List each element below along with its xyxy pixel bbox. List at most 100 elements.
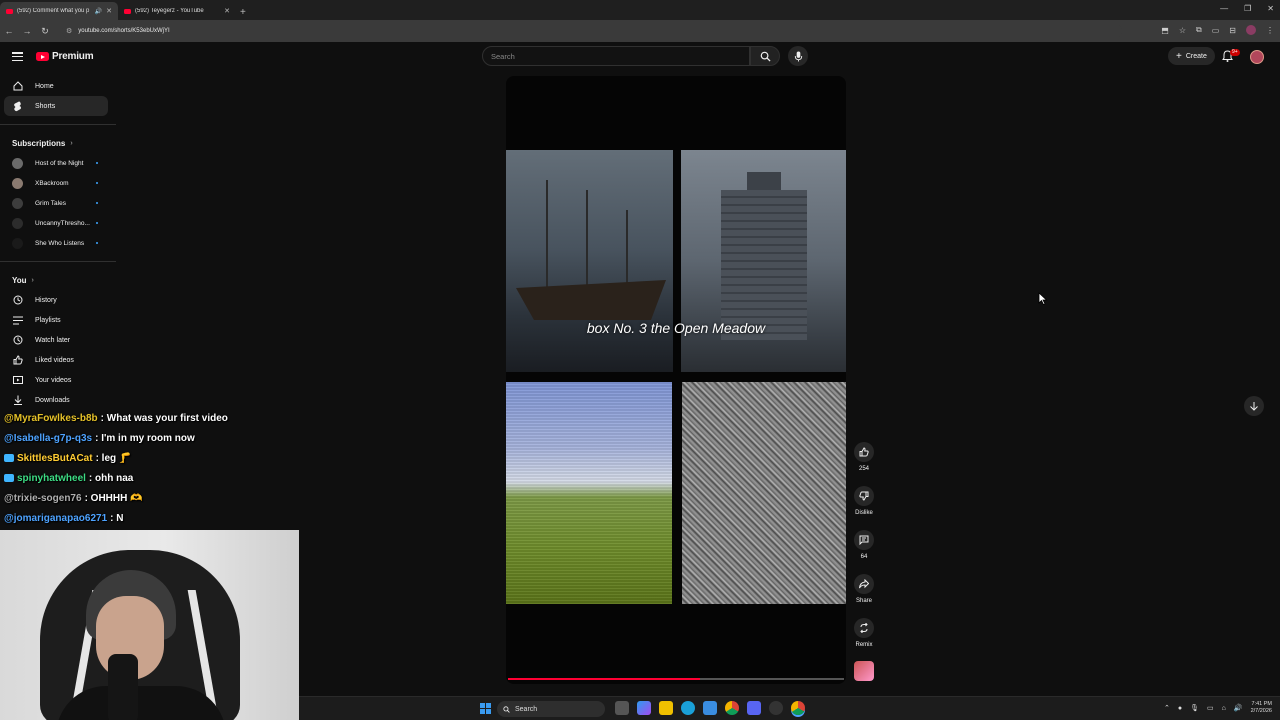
- site-info-icon[interactable]: ⚙: [66, 27, 72, 35]
- clock[interactable]: 7:41 PM 2/7/2026: [1251, 701, 1272, 715]
- shorts-actions: 254 Dislike 64 Share Remix: [850, 442, 878, 662]
- remix-button[interactable]: Remix: [850, 618, 878, 662]
- ship-mast: [626, 210, 628, 290]
- like-count: 254: [858, 466, 869, 472]
- sidebar-item-liked-videos[interactable]: Liked videos: [0, 350, 116, 370]
- sidebar-divider: [0, 124, 116, 125]
- playlists-icon: [12, 316, 23, 325]
- subscription-item[interactable]: Host of the Night: [0, 153, 116, 173]
- new-content-dot: [96, 222, 98, 224]
- youtube-logo[interactable]: Premium: [36, 51, 94, 62]
- dislike-button[interactable]: Dislike: [850, 486, 878, 530]
- browser-menu-icon[interactable]: ⋮: [1266, 26, 1274, 35]
- sidebar-item-history[interactable]: History: [0, 290, 116, 310]
- microphone-icon: [794, 50, 802, 62]
- create-button[interactable]: + Create: [1168, 47, 1215, 65]
- sound-avatar[interactable]: [854, 661, 874, 681]
- plus-icon: +: [1176, 50, 1182, 62]
- microphone: [108, 654, 138, 720]
- next-short-button[interactable]: [1244, 396, 1264, 416]
- search-button[interactable]: [750, 46, 780, 66]
- minimize-button[interactable]: —: [1220, 4, 1228, 13]
- chrome-active-icon[interactable]: [791, 701, 805, 715]
- bookmark-star-icon[interactable]: ☆: [1179, 26, 1186, 35]
- close-tab-icon[interactable]: ✕: [224, 7, 230, 15]
- obs-icon[interactable]: [769, 701, 783, 715]
- chat-message: @jomariganapao6271 : N: [4, 508, 304, 528]
- chat-message: @MyraFowlkes-b8b : What was your first v…: [4, 408, 304, 428]
- monitor-tray-icon[interactable]: ▭: [1207, 704, 1214, 712]
- comment-icon: [854, 530, 874, 550]
- hotel-top: [747, 172, 781, 192]
- sidebar-item-playlists[interactable]: Playlists: [0, 310, 116, 330]
- hotel-building: [721, 190, 807, 340]
- ship-mast: [546, 180, 548, 290]
- sidebar-item-label: Home: [35, 82, 54, 90]
- back-button[interactable]: ←: [0, 26, 18, 36]
- you-heading[interactable]: You ›: [0, 270, 116, 290]
- subscription-item[interactable]: XBackroom: [0, 173, 116, 193]
- chrome-icon[interactable]: [725, 701, 739, 715]
- subscription-item[interactable]: She Who Listens: [0, 233, 116, 253]
- channel-avatar: [12, 217, 23, 229]
- restore-button[interactable]: ❐: [1244, 4, 1251, 13]
- share-button[interactable]: Share: [850, 574, 878, 618]
- address-bar: ← → ↻ ⚙ youtube.com/shorts/K53ebUxWjYI ⬒…: [0, 20, 1280, 42]
- forward-button[interactable]: →: [18, 26, 36, 36]
- sidebar-toggle-icon[interactable]: ▭: [1212, 26, 1220, 35]
- file-explorer-icon[interactable]: [659, 701, 673, 715]
- sidebar-item-label: Liked videos: [35, 356, 74, 364]
- url-field[interactable]: ⚙ youtube.com/shorts/K53ebUxWjYI: [62, 23, 1122, 39]
- new-content-dot: [96, 182, 98, 184]
- shorts-player[interactable]: box No. 3 the Open Meadow: [506, 76, 846, 684]
- subscription-item[interactable]: UncannyThresho...: [0, 213, 116, 233]
- subscriptions-heading[interactable]: Subscriptions ›: [0, 133, 116, 153]
- new-tab-button[interactable]: +: [240, 7, 246, 20]
- youtube-header: Premium Search + Create 9+: [0, 42, 1280, 72]
- copilot-icon[interactable]: [637, 701, 651, 715]
- network-icon[interactable]: ⌂: [1222, 705, 1226, 712]
- mic-tray-icon[interactable]: 🎙: [1190, 704, 1199, 712]
- like-button[interactable]: 254: [850, 442, 878, 486]
- chat-text: : What was your first video: [100, 412, 228, 424]
- tab-search-icon[interactable]: ⊟: [1229, 26, 1236, 35]
- browser-profile-avatar[interactable]: [1246, 25, 1256, 35]
- comments-button[interactable]: 64: [850, 530, 878, 574]
- account-avatar[interactable]: [1250, 50, 1264, 64]
- extensions-icon[interactable]: ⧉: [1196, 25, 1202, 35]
- sidebar-item-shorts[interactable]: Shorts: [4, 96, 108, 116]
- store-icon[interactable]: [703, 701, 717, 715]
- discord-icon[interactable]: [747, 701, 761, 715]
- chevron-right-icon: ›: [31, 276, 34, 284]
- taskbar-search[interactable]: Search: [497, 701, 605, 717]
- new-content-dot: [96, 242, 98, 244]
- subscription-item[interactable]: Grim Tales: [0, 193, 116, 213]
- system-tray: ⌃ ● 🎙 ▭ ⌂ 🔊 7:41 PM 2/7/2026: [1164, 701, 1272, 715]
- chat-text: : N: [110, 512, 124, 524]
- browser-tab[interactable]: (592) Teyegerz - YouTube ✕: [118, 2, 236, 20]
- volume-icon[interactable]: 🔊: [1234, 704, 1243, 712]
- remix-icon: [854, 618, 874, 638]
- reload-button[interactable]: ↻: [36, 26, 54, 37]
- voice-search-button[interactable]: [788, 46, 808, 66]
- sidebar-item-downloads[interactable]: Downloads: [0, 390, 116, 410]
- your-videos-icon: [12, 375, 23, 385]
- browser-tab-active[interactable]: (592) Comment what you p 🔊 ✕: [0, 2, 118, 20]
- sidebar-item-watch-later[interactable]: Watch later: [0, 330, 116, 350]
- sidebar-item-home[interactable]: Home: [0, 76, 116, 96]
- menu-icon[interactable]: [12, 52, 23, 61]
- chevron-up-icon[interactable]: ⌃: [1164, 704, 1170, 712]
- edge-icon[interactable]: [681, 701, 695, 715]
- progress-bar[interactable]: [508, 678, 844, 680]
- sidebar-item-your-videos[interactable]: Your videos: [0, 370, 116, 390]
- windows-start-icon[interactable]: [480, 703, 491, 714]
- sidebar-item-label: History: [35, 296, 57, 304]
- close-tab-icon[interactable]: ✕: [106, 7, 112, 15]
- app-tray-icon[interactable]: ●: [1178, 705, 1182, 712]
- search-input[interactable]: Search: [482, 46, 750, 66]
- downloads-icon: [12, 395, 23, 405]
- chat-message: SkittlesButACat : leg 🦵: [4, 448, 304, 468]
- install-icon[interactable]: ⬒: [1161, 26, 1169, 35]
- task-view-icon[interactable]: [615, 701, 629, 715]
- close-window-button[interactable]: ✕: [1267, 4, 1274, 13]
